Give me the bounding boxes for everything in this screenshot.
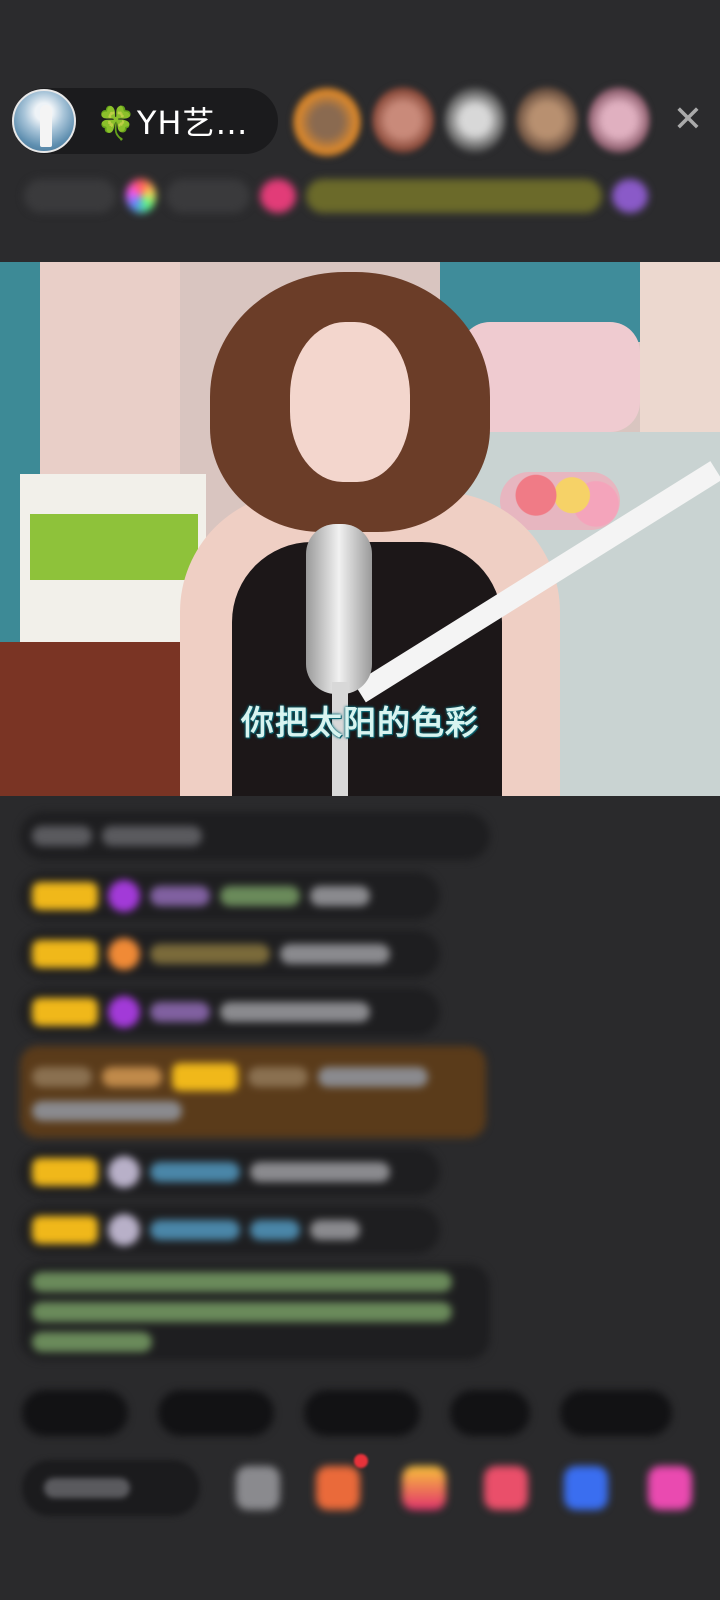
room-badge (24, 179, 116, 213)
rank-icon (126, 179, 156, 213)
chat-message (20, 930, 440, 978)
notice-text (32, 1332, 152, 1352)
viewer-avatar[interactable] (372, 86, 434, 154)
viewer-avatar[interactable] (588, 86, 650, 154)
chat-message-highlight (20, 1046, 486, 1138)
chat-username (150, 944, 270, 964)
video-background (20, 474, 206, 660)
gift-icon (108, 938, 140, 970)
notice-ticker[interactable] (306, 179, 602, 213)
bottom-bar (22, 1454, 720, 1516)
game-icon[interactable] (564, 1466, 608, 1510)
chat-username (150, 1220, 240, 1240)
chat-text (32, 826, 92, 846)
close-icon[interactable]: ✕ (668, 100, 708, 140)
chat-message (20, 812, 490, 860)
host-info-pill[interactable]: 🍀YH艺… (12, 88, 278, 154)
level-badge (32, 998, 98, 1026)
gift-icon[interactable] (648, 1466, 692, 1510)
notification-dot (354, 1454, 368, 1468)
viewer-avatar[interactable] (444, 86, 506, 154)
chat-username (220, 886, 300, 906)
microphone (306, 524, 372, 694)
chat-text (310, 886, 370, 906)
gem-icon (108, 880, 140, 912)
host-name[interactable]: 🍀YH艺… (96, 98, 248, 144)
lyric-subtitle: 你把太阳的色彩 (241, 703, 479, 742)
notice-text (32, 1272, 452, 1292)
chat-text (220, 1002, 370, 1022)
chat-message (20, 872, 440, 920)
notice-text (32, 1302, 452, 1322)
chat-badge (102, 1067, 162, 1087)
top-viewers-list (292, 86, 650, 158)
quick-reply-chip[interactable] (560, 1390, 672, 1436)
chat-input[interactable] (22, 1460, 200, 1516)
chat-username (150, 1162, 240, 1182)
avatar-icon (108, 1156, 140, 1188)
viewer-avatar[interactable] (292, 86, 362, 158)
shop-icon[interactable] (316, 1466, 360, 1510)
emoji-icon[interactable] (236, 1466, 280, 1510)
chat-text (280, 944, 390, 964)
chat-username (250, 1220, 300, 1240)
chat-text (318, 1067, 428, 1087)
quick-reply-chip[interactable] (22, 1390, 128, 1436)
quick-reply-row (22, 1390, 720, 1436)
level-badge (32, 1216, 98, 1244)
chat-message (20, 988, 440, 1036)
heart-icon[interactable] (484, 1466, 528, 1510)
streamer-figure (290, 322, 410, 482)
rank-badge (166, 179, 250, 213)
room-info-row (24, 172, 696, 220)
chat-text (250, 1162, 390, 1182)
host-avatar[interactable] (12, 89, 76, 153)
level-badge (32, 940, 98, 968)
hot-icon (260, 179, 296, 213)
chat-username (248, 1067, 308, 1087)
top-bar: 🍀YH艺… ✕ (0, 0, 720, 262)
chat-badge (32, 1067, 92, 1087)
event-icon[interactable] (612, 179, 648, 213)
level-badge (32, 882, 98, 910)
gem-icon (108, 996, 140, 1028)
viewer-avatar[interactable] (516, 86, 578, 154)
chat-text (32, 1101, 182, 1121)
avatar-icon (108, 1214, 140, 1246)
chat-message (20, 1206, 440, 1254)
level-badge (172, 1063, 238, 1091)
chat-username (150, 1002, 210, 1022)
video-background (30, 514, 198, 580)
system-notice (20, 1264, 490, 1360)
chat-username (150, 886, 210, 906)
quick-reply-chip[interactable] (450, 1390, 530, 1436)
level-badge (32, 1158, 98, 1186)
chat-message (20, 1148, 440, 1196)
chat-text (102, 826, 202, 846)
quick-reply-chip[interactable] (304, 1390, 420, 1436)
quick-reply-chip[interactable] (158, 1390, 274, 1436)
chat-text (310, 1220, 360, 1240)
gift-box-icon[interactable] (402, 1466, 446, 1510)
live-video[interactable]: 你把太阳的色彩 (0, 262, 720, 796)
chat-input-placeholder (44, 1478, 130, 1498)
